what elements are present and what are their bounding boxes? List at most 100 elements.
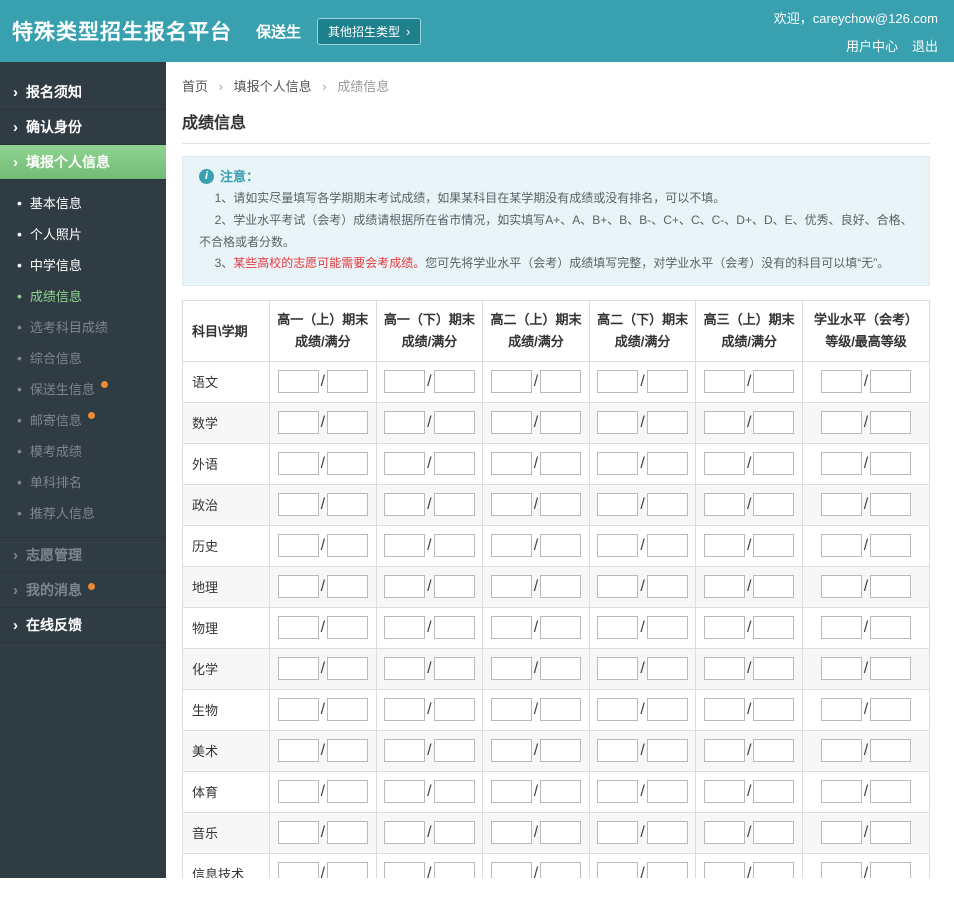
score-input[interactable]: [820, 821, 862, 845]
score-input[interactable]: [490, 739, 532, 763]
score-input[interactable]: [490, 411, 532, 435]
sidebar-item[interactable]: › 确认身份: [0, 110, 166, 145]
score-input[interactable]: [597, 780, 639, 804]
fullscore-input[interactable]: [327, 616, 369, 640]
score-input[interactable]: [277, 411, 319, 435]
fullscore-input[interactable]: [753, 575, 795, 599]
score-input[interactable]: [597, 370, 639, 394]
score-input[interactable]: [597, 534, 639, 558]
score-input[interactable]: [277, 575, 319, 599]
score-input[interactable]: [490, 780, 532, 804]
fullscore-input[interactable]: [870, 534, 912, 558]
score-input[interactable]: [597, 493, 639, 517]
score-input[interactable]: [277, 739, 319, 763]
score-input[interactable]: [490, 370, 532, 394]
score-input[interactable]: [820, 575, 862, 599]
fullscore-input[interactable]: [540, 862, 582, 878]
score-input[interactable]: [277, 616, 319, 640]
fullscore-input[interactable]: [327, 534, 369, 558]
score-input[interactable]: [384, 575, 426, 599]
sidebar-item[interactable]: • 推荐人信息: [0, 497, 166, 528]
sidebar-item[interactable]: • 综合信息: [0, 342, 166, 373]
score-input[interactable]: [703, 780, 745, 804]
sidebar-item[interactable]: • 模考成绩: [0, 435, 166, 466]
fullscore-input[interactable]: [646, 698, 688, 722]
score-input[interactable]: [384, 370, 426, 394]
user-center-link[interactable]: 用户中心: [846, 36, 898, 55]
fullscore-input[interactable]: [327, 411, 369, 435]
fullscore-input[interactable]: [870, 370, 912, 394]
score-input[interactable]: [597, 452, 639, 476]
fullscore-input[interactable]: [433, 493, 475, 517]
score-input[interactable]: [703, 821, 745, 845]
sidebar-item[interactable]: › 填报个人信息: [0, 145, 166, 180]
fullscore-input[interactable]: [646, 862, 688, 878]
fullscore-input[interactable]: [753, 739, 795, 763]
fullscore-input[interactable]: [540, 575, 582, 599]
score-input[interactable]: [820, 739, 862, 763]
sidebar-item[interactable]: • 选考科目成绩: [0, 311, 166, 342]
fullscore-input[interactable]: [646, 657, 688, 681]
fullscore-input[interactable]: [433, 739, 475, 763]
score-input[interactable]: [703, 534, 745, 558]
fullscore-input[interactable]: [433, 821, 475, 845]
fullscore-input[interactable]: [327, 493, 369, 517]
fullscore-input[interactable]: [540, 739, 582, 763]
score-input[interactable]: [597, 698, 639, 722]
fullscore-input[interactable]: [327, 821, 369, 845]
fullscore-input[interactable]: [646, 616, 688, 640]
sidebar-item[interactable]: › 我的消息: [0, 573, 166, 608]
score-input[interactable]: [384, 739, 426, 763]
score-input[interactable]: [277, 780, 319, 804]
score-input[interactable]: [277, 370, 319, 394]
score-input[interactable]: [820, 780, 862, 804]
score-input[interactable]: [597, 657, 639, 681]
score-input[interactable]: [277, 657, 319, 681]
fullscore-input[interactable]: [433, 616, 475, 640]
sidebar-item[interactable]: › 在线反馈: [0, 608, 166, 643]
fullscore-input[interactable]: [540, 821, 582, 845]
score-input[interactable]: [820, 862, 862, 878]
sidebar-item[interactable]: • 基本信息: [0, 187, 166, 218]
fullscore-input[interactable]: [753, 780, 795, 804]
score-input[interactable]: [820, 370, 862, 394]
fullscore-input[interactable]: [870, 616, 912, 640]
score-input[interactable]: [277, 821, 319, 845]
fullscore-input[interactable]: [433, 411, 475, 435]
sidebar-item[interactable]: › 报名须知: [0, 75, 166, 110]
fullscore-input[interactable]: [540, 780, 582, 804]
fullscore-input[interactable]: [753, 493, 795, 517]
fullscore-input[interactable]: [540, 616, 582, 640]
score-input[interactable]: [384, 534, 426, 558]
fullscore-input[interactable]: [646, 370, 688, 394]
fullscore-input[interactable]: [433, 862, 475, 878]
score-input[interactable]: [490, 862, 532, 878]
score-input[interactable]: [703, 657, 745, 681]
fullscore-input[interactable]: [870, 411, 912, 435]
score-input[interactable]: [597, 575, 639, 599]
fullscore-input[interactable]: [327, 370, 369, 394]
fullscore-input[interactable]: [433, 370, 475, 394]
fullscore-input[interactable]: [540, 657, 582, 681]
score-input[interactable]: [490, 616, 532, 640]
fullscore-input[interactable]: [433, 698, 475, 722]
fullscore-input[interactable]: [870, 862, 912, 878]
score-input[interactable]: [384, 616, 426, 640]
fullscore-input[interactable]: [646, 575, 688, 599]
score-input[interactable]: [703, 493, 745, 517]
score-input[interactable]: [597, 616, 639, 640]
score-input[interactable]: [277, 452, 319, 476]
score-input[interactable]: [490, 534, 532, 558]
score-input[interactable]: [820, 534, 862, 558]
score-input[interactable]: [703, 862, 745, 878]
score-input[interactable]: [597, 862, 639, 878]
score-input[interactable]: [703, 698, 745, 722]
fullscore-input[interactable]: [870, 493, 912, 517]
sidebar-item[interactable]: • 个人照片: [0, 218, 166, 249]
fullscore-input[interactable]: [870, 698, 912, 722]
logout-link[interactable]: 退出: [912, 36, 938, 55]
score-input[interactable]: [703, 575, 745, 599]
score-input[interactable]: [820, 493, 862, 517]
fullscore-input[interactable]: [870, 452, 912, 476]
score-input[interactable]: [597, 411, 639, 435]
